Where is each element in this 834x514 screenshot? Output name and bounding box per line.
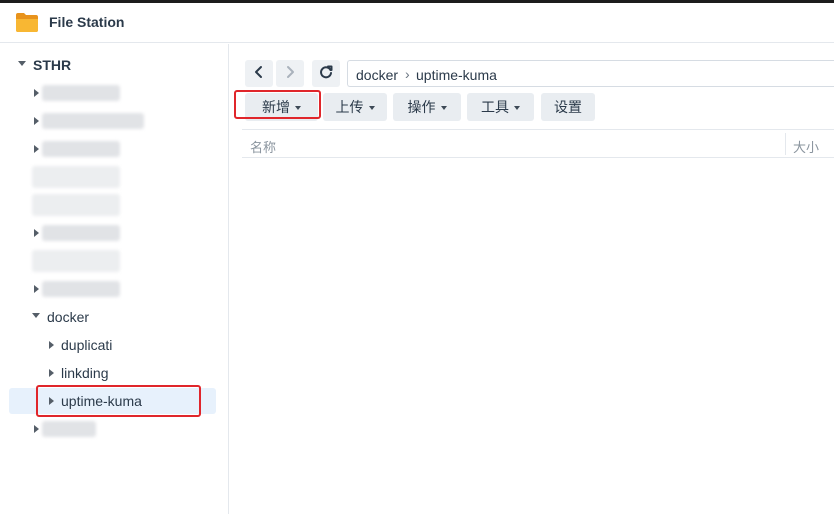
action-button-label: 操作 [407,99,436,115]
main-panel: docker › uptime-kuma 新增 上传 操作 工具 设置 名称 大… [230,44,834,514]
tree-item-label: docker [47,309,90,325]
tools-button-label: 工具 [481,99,509,115]
dropdown-arrow-icon [440,106,447,110]
obscured-label [32,250,120,272]
obscured-label [32,166,120,188]
tree-item-obscured[interactable] [0,108,229,134]
highlight-box-selected-folder [36,385,201,417]
tree-item-obscured[interactable] [0,192,229,218]
file-list-empty-area[interactable] [242,158,834,514]
path-segment-docker[interactable]: docker [356,67,398,83]
tree-item-label: duplicati [61,337,113,353]
back-button[interactable] [245,60,273,87]
tree-item-obscured[interactable] [0,276,229,302]
upload-button-label: 上传 [335,99,364,115]
dropdown-arrow-icon [368,106,375,110]
file-list-header: 名称 大小 [242,129,834,158]
tree-item-obscured[interactable] [0,136,229,162]
obscured-label [42,113,144,129]
obscured-label [42,85,120,101]
obscured-label [32,194,120,216]
tree-item-obscured[interactable] [0,80,229,106]
folder-icon [15,11,39,33]
settings-button[interactable]: 设置 [541,93,595,121]
obscured-label [42,421,96,437]
obscured-label [42,225,120,241]
tree-item-linkding[interactable]: linkding [0,360,229,386]
chevron-left-icon [253,65,265,82]
refresh-button[interactable] [312,60,340,87]
caret-right-icon[interactable] [49,341,59,351]
tree-root-label: STHR [33,57,72,73]
column-divider[interactable] [785,133,786,155]
forward-button[interactable] [276,60,304,87]
action-button[interactable]: 操作 [393,93,461,121]
tree-item-obscured[interactable] [0,220,229,246]
caret-down-icon[interactable] [18,61,28,71]
title-bar: File Station [0,3,834,43]
dropdown-arrow-icon [514,106,520,110]
settings-button-label: 设置 [554,99,582,115]
tree-root-sthr[interactable]: STHR [0,52,229,78]
tree-item-obscured[interactable] [0,164,229,190]
tree-item-docker[interactable]: docker [0,304,229,330]
path-bar[interactable]: docker › uptime-kuma [347,60,834,87]
chevron-right-icon [284,65,296,82]
upload-button[interactable]: 上传 [323,93,387,121]
column-header-size[interactable]: 大小 [793,137,819,156]
caret-right-icon[interactable] [49,369,59,379]
folder-tree: STHR docker duplicati linkding uptime-ku… [0,44,229,514]
obscured-label [42,141,120,157]
path-segment-uptime-kuma[interactable]: uptime-kuma [416,67,497,83]
tools-button[interactable]: 工具 [467,93,534,121]
tree-item-obscured[interactable] [0,248,229,274]
column-header-name[interactable]: 名称 [250,137,276,156]
caret-down-icon[interactable] [32,313,42,323]
tree-item-label: linkding [61,365,109,381]
refresh-icon [319,65,333,82]
tree-item-duplicati[interactable]: duplicati [0,332,229,358]
highlight-box-create-button [234,90,321,119]
tree-item-obscured[interactable] [0,416,229,442]
obscured-label [42,281,120,297]
app-title: File Station [49,14,125,30]
path-separator: › [405,66,410,82]
